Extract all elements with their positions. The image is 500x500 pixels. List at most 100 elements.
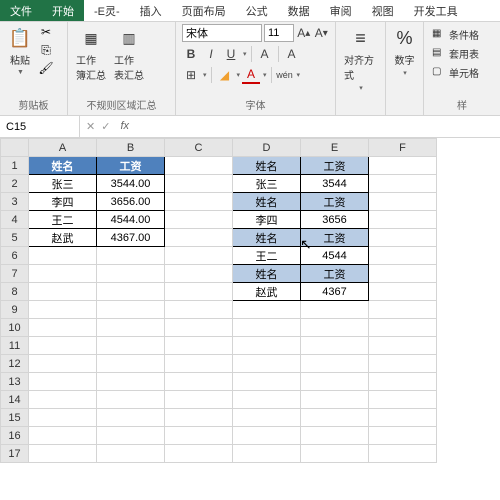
- cell[interactable]: [165, 283, 233, 301]
- cell[interactable]: 王二: [233, 247, 301, 265]
- cell[interactable]: [369, 265, 437, 283]
- menu-dev[interactable]: 开发工具: [404, 0, 468, 21]
- cell[interactable]: 姓名: [233, 265, 301, 283]
- alignment-button[interactable]: ≡ 对齐方式 ▾: [342, 24, 379, 94]
- menu-start[interactable]: 开始: [42, 0, 84, 21]
- cell[interactable]: 3656.00: [97, 193, 165, 211]
- row-header[interactable]: 12: [1, 355, 29, 373]
- col-header[interactable]: A: [29, 139, 97, 157]
- cell[interactable]: [165, 337, 233, 355]
- cell[interactable]: 3544.00: [97, 175, 165, 193]
- cell[interactable]: [369, 319, 437, 337]
- row-header[interactable]: 6: [1, 247, 29, 265]
- cell[interactable]: 李四: [233, 211, 301, 229]
- row-header[interactable]: 14: [1, 391, 29, 409]
- cut-icon[interactable]: ✂: [38, 24, 54, 40]
- row-header[interactable]: 1: [1, 157, 29, 175]
- row-header[interactable]: 4: [1, 211, 29, 229]
- cell[interactable]: [29, 337, 97, 355]
- row-header[interactable]: 7: [1, 265, 29, 283]
- cell[interactable]: [369, 409, 437, 427]
- workbook-summary-button[interactable]: ▦ 工作 簿汇总: [74, 24, 108, 84]
- cell[interactable]: [165, 409, 233, 427]
- cell[interactable]: 姓名: [29, 157, 97, 175]
- cell[interactable]: 4544.00: [97, 211, 165, 229]
- cell[interactable]: [165, 265, 233, 283]
- font-color-button[interactable]: A: [242, 66, 260, 84]
- menu-pagelayout[interactable]: 页面布局: [172, 0, 236, 21]
- font-name-select[interactable]: [182, 24, 262, 42]
- cell[interactable]: [369, 157, 437, 175]
- cell[interactable]: 张三: [29, 175, 97, 193]
- copy-icon[interactable]: ⎘: [38, 42, 54, 58]
- cell[interactable]: [233, 337, 301, 355]
- cell[interactable]: [165, 445, 233, 463]
- cell[interactable]: [29, 319, 97, 337]
- cell[interactable]: [165, 391, 233, 409]
- cell[interactable]: [165, 157, 233, 175]
- row-header[interactable]: 16: [1, 427, 29, 445]
- format-painter-icon[interactable]: 🖌: [38, 60, 54, 76]
- menu-insert[interactable]: 插入: [130, 0, 172, 21]
- font-size-select[interactable]: [264, 24, 294, 42]
- cell[interactable]: [233, 409, 301, 427]
- cell[interactable]: [29, 265, 97, 283]
- cell[interactable]: [97, 337, 165, 355]
- cell[interactable]: [165, 373, 233, 391]
- menu-formula[interactable]: 公式: [236, 0, 278, 21]
- cell[interactable]: [29, 427, 97, 445]
- phonetic-button[interactable]: wén: [276, 66, 294, 84]
- cell[interactable]: 4367: [301, 283, 369, 301]
- cell[interactable]: [233, 373, 301, 391]
- cell[interactable]: [301, 355, 369, 373]
- cell[interactable]: [165, 427, 233, 445]
- cell[interactable]: [301, 409, 369, 427]
- cell[interactable]: [97, 445, 165, 463]
- cell[interactable]: [165, 211, 233, 229]
- cell[interactable]: [29, 301, 97, 319]
- cell[interactable]: [301, 319, 369, 337]
- cell[interactable]: [165, 229, 233, 247]
- cell[interactable]: [369, 175, 437, 193]
- cancel-formula-icon[interactable]: ✕: [86, 120, 95, 133]
- row-header[interactable]: 17: [1, 445, 29, 463]
- cell[interactable]: [369, 193, 437, 211]
- bold-button[interactable]: B: [182, 45, 200, 63]
- cell[interactable]: 工资: [97, 157, 165, 175]
- cell[interactable]: [29, 247, 97, 265]
- cell[interactable]: [165, 319, 233, 337]
- cell[interactable]: [97, 265, 165, 283]
- row-header[interactable]: 10: [1, 319, 29, 337]
- cell[interactable]: [29, 445, 97, 463]
- cell[interactable]: [233, 355, 301, 373]
- cell[interactable]: [369, 229, 437, 247]
- row-header[interactable]: 13: [1, 373, 29, 391]
- increase-font-icon[interactable]: A▴: [296, 24, 312, 42]
- cell[interactable]: 张三: [233, 175, 301, 193]
- cell[interactable]: [97, 373, 165, 391]
- cell[interactable]: [97, 409, 165, 427]
- col-header[interactable]: C: [165, 139, 233, 157]
- cell[interactable]: [369, 247, 437, 265]
- cell[interactable]: 赵武: [29, 229, 97, 247]
- decrease-font-icon[interactable]: A▾: [314, 24, 330, 42]
- cell[interactable]: [97, 427, 165, 445]
- spreadsheet-grid[interactable]: ABCDEF1姓名工资姓名工资2张三3544.00张三35443李四3656.0…: [0, 138, 500, 463]
- cell[interactable]: 姓名: [233, 157, 301, 175]
- cell[interactable]: [369, 373, 437, 391]
- cell[interactable]: [97, 319, 165, 337]
- cell[interactable]: 赵武: [233, 283, 301, 301]
- row-header[interactable]: 11: [1, 337, 29, 355]
- col-header[interactable]: F: [369, 139, 437, 157]
- cell[interactable]: [301, 373, 369, 391]
- row-header[interactable]: 8: [1, 283, 29, 301]
- border-button[interactable]: ⊞: [182, 66, 200, 84]
- cell[interactable]: [301, 445, 369, 463]
- row-header[interactable]: 9: [1, 301, 29, 319]
- cell[interactable]: [233, 445, 301, 463]
- menu-eling[interactable]: -E灵-: [84, 0, 130, 21]
- cell[interactable]: 工资: [301, 265, 369, 283]
- row-header[interactable]: 2: [1, 175, 29, 193]
- cell[interactable]: 李四: [29, 193, 97, 211]
- paste-button[interactable]: 📋 粘贴 ▼: [6, 24, 34, 78]
